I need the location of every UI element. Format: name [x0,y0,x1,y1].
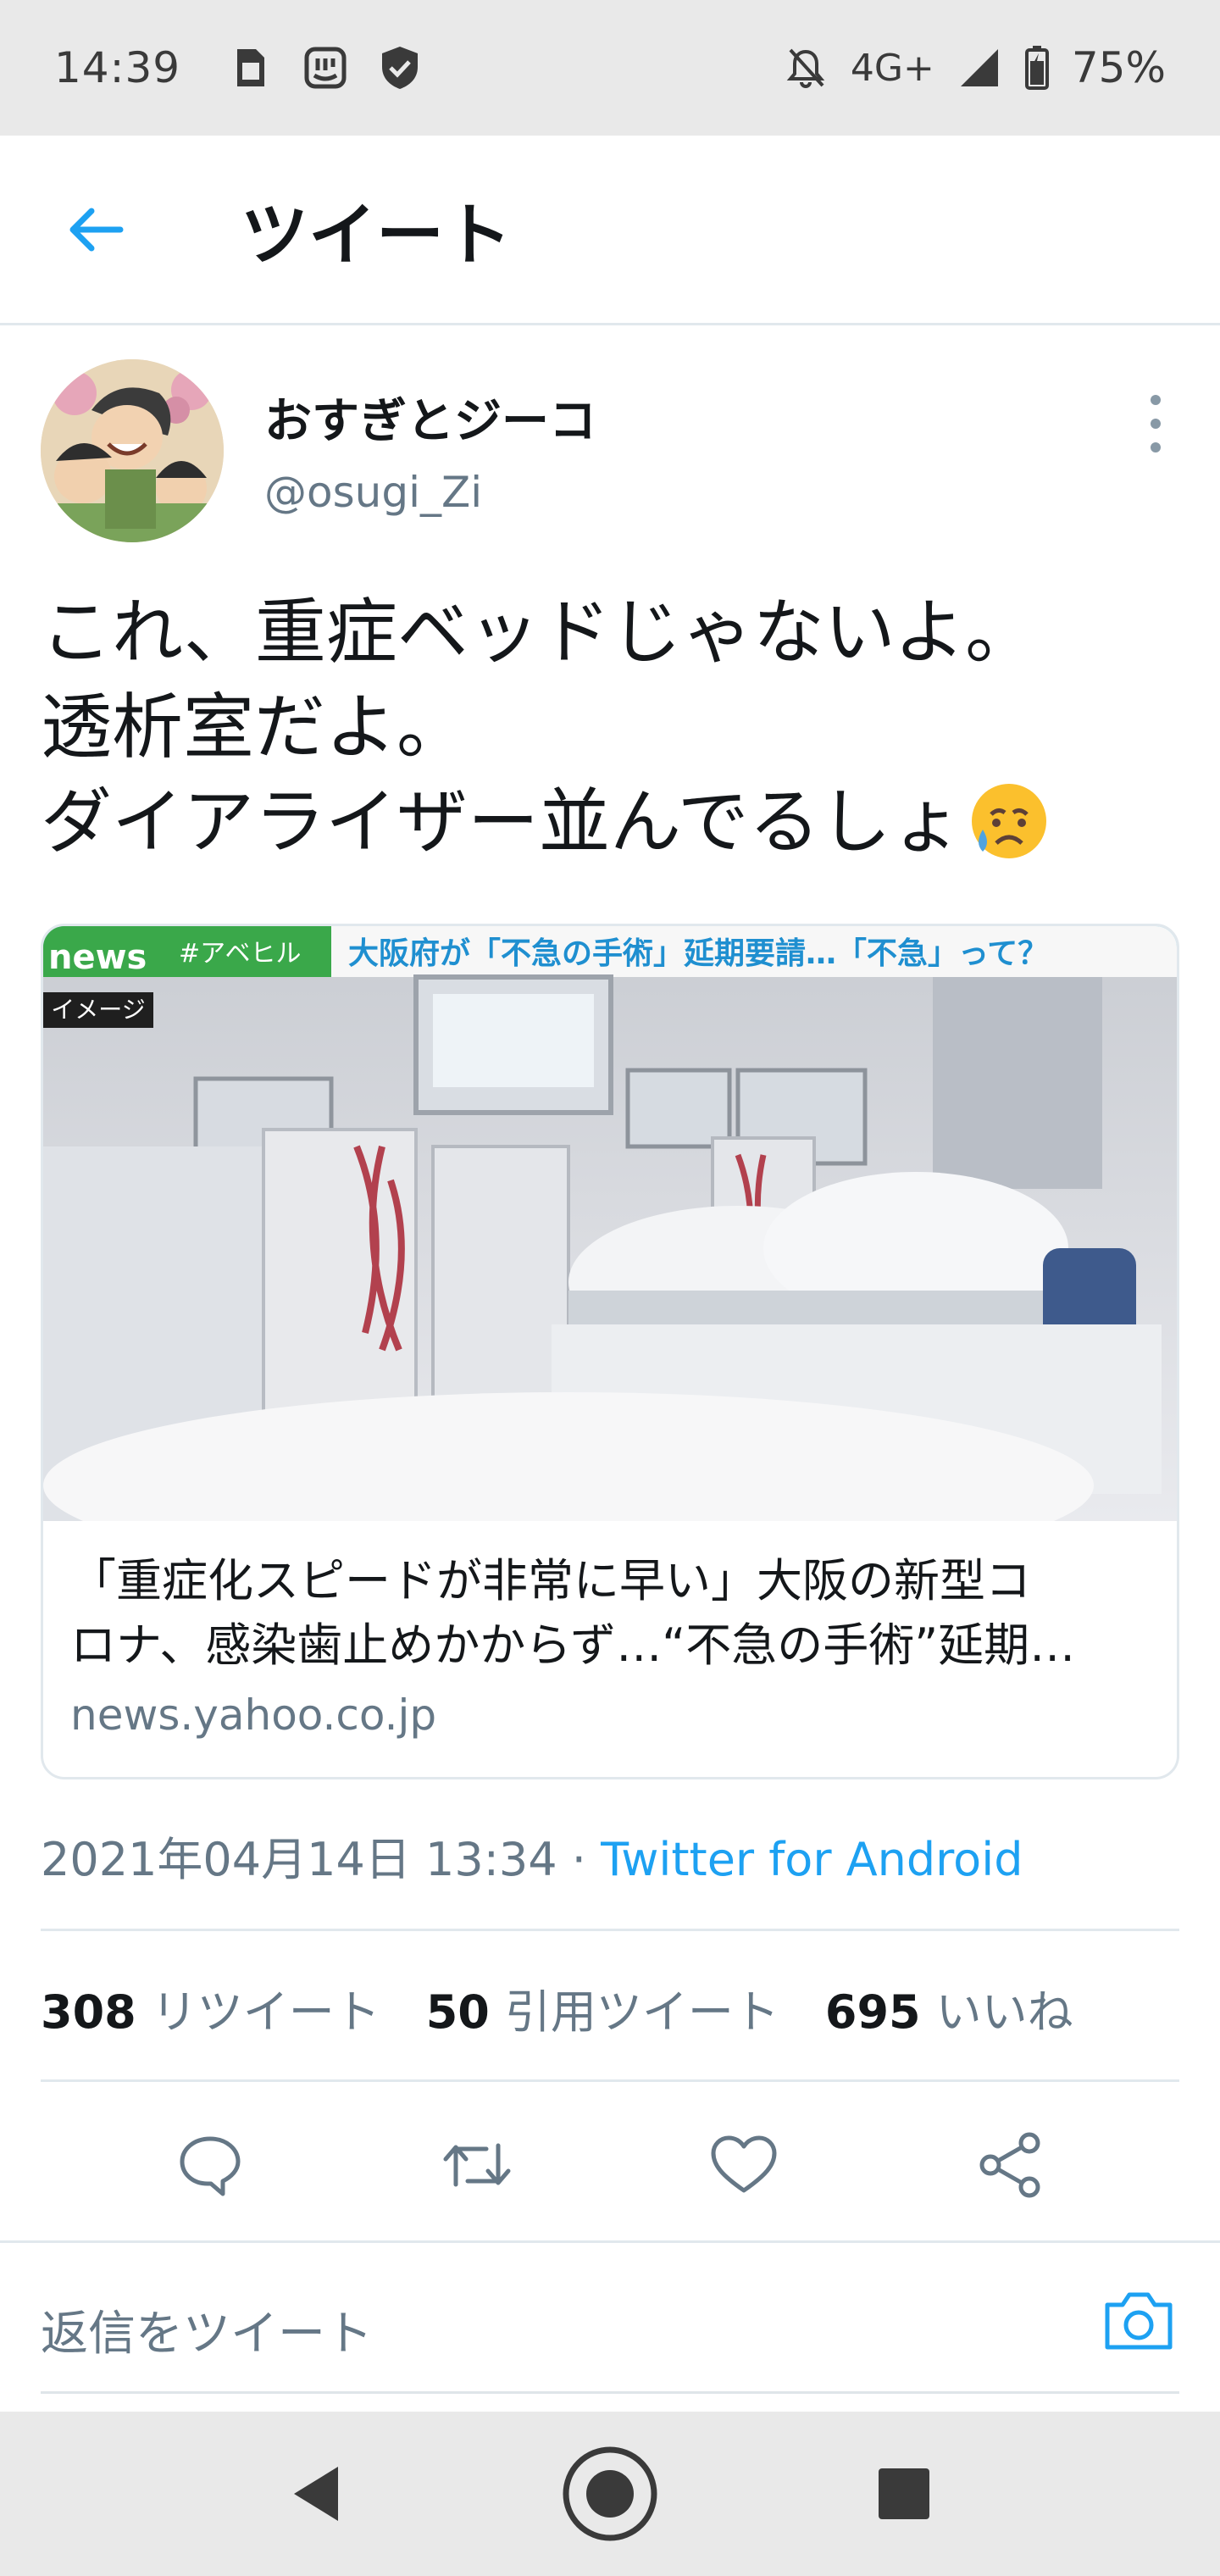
link-card-image: イメージ #アベヒル news 大阪府が「不急の手術」延期要請…「不急」って？ [43,926,1177,1579]
retweets-count: 308 [41,1985,136,2039]
shield-icon [377,45,423,91]
battery-level: 75% [1071,43,1166,92]
retweet-button[interactable] [422,2110,532,2220]
network-type: 4G+ [850,46,934,90]
camera-icon [1105,2292,1173,2350]
back-nav-button[interactable] [261,2439,371,2549]
tweet-timestamp: 2021年04月14日 13:34 [41,1833,557,1886]
notifications-off-icon [783,45,829,91]
home-nav-button[interactable] [555,2439,665,2549]
avatar[interactable] [41,359,224,542]
tweet-text: これ、重症ベッドじゃないよ。 透析室だよ。 ダイアライザー並んでるしょ [41,585,1179,869]
link-card-title-line: 「重症化スピードが非常に早い」大阪の新型コ [70,1554,1031,1607]
likes-stat[interactable]: 695 いいね [825,1974,1073,2041]
app-header: ツイート [0,136,1220,325]
tweet-meta: 2021年04月14日 13:34 · Twitter for Android [41,1822,1023,1889]
author-handle[interactable]: @osugi_Zi [264,468,482,517]
image-logo: news [48,938,147,977]
likes-count: 695 [824,1985,921,2039]
link-card-title: 「重症化スピードが非常に早い」大阪の新型コ ロナ、感染歯止めかからず…“不急の手… [70,1549,1155,1678]
link-card-domain: news.yahoo.co.jp [70,1690,437,1740]
divider [41,1929,1179,1931]
image-banner: 大阪府が「不急の手術」延期要請…「不急」って？ [348,935,1048,971]
battery-icon [1024,45,1050,91]
like-button[interactable] [689,2110,799,2220]
sim-card-icon [228,45,274,91]
signal-icon [957,45,1002,91]
sad-relieved-face-emoji [968,779,1051,862]
tweet-text-line: 透析室だよ。 [41,686,469,769]
image-hashtag: #アベヒル [179,939,302,969]
retweet-icon [443,2143,510,2187]
camera-button[interactable] [1098,2280,1179,2362]
share-icon [979,2132,1040,2198]
status-time: 14:39 [54,43,181,92]
system-nav-bar [0,2412,1220,2576]
divider [41,2079,1179,2082]
quotes-stat[interactable]: 50 引用ツイート [426,1974,779,2041]
tweet-source-link[interactable]: Twitter for Android [601,1833,1023,1886]
tweet-text-line: これ、重症ベッドじゃないよ。 [41,591,1037,674]
tweet-text-line: ダイアライザー並んでるしょ [41,780,962,863]
likes-label: いいね [935,1985,1073,2039]
messenger-icon [302,45,348,91]
quotes-label: 引用ツイート [504,1985,779,2039]
image-tag: イメージ [51,996,145,1024]
reply-placeholder[interactable]: 返信をツイート [41,2296,373,2364]
arrow-left-icon [69,208,124,251]
retweets-stat[interactable]: 308 リツイート [41,1974,380,2041]
tweet-actions [0,2110,1220,2220]
recents-nav-button[interactable] [849,2439,959,2549]
page-title: ツイート [241,195,512,275]
reply-button[interactable] [155,2110,265,2220]
tweet-stats: 308 リツイート 50 引用ツイート 695 いいね [41,1974,1073,2041]
retweets-label: リツイート [151,1985,380,2039]
meta-separator: · [557,1833,602,1886]
share-button[interactable] [956,2110,1066,2220]
like-icon [711,2135,776,2193]
reply-composer[interactable]: 返信をツイート [0,2240,1220,2395]
back-nav-icon [294,2467,339,2521]
back-button[interactable] [44,179,146,280]
link-card[interactable]: イメージ #アベヒル news 大阪府が「不急の手術」延期要請…「不急」って？ [41,924,1179,1779]
quotes-count: 50 [425,1985,490,2039]
author-name[interactable]: おすぎとジーコ [264,383,596,452]
reply-underline [41,2391,1179,2394]
more-options-button[interactable] [1139,390,1173,458]
recents-nav-icon [878,2468,929,2519]
status-bar: 14:39 4G+ 75% [0,0,1220,136]
tweet-author: おすぎとジーコ @osugi_Zi [41,359,1179,546]
link-card-title-line: ロナ、感染歯止めかからず…“不急の手術”延期… [70,1618,1076,1672]
reply-icon [180,2136,240,2196]
home-nav-icon [563,2446,657,2541]
